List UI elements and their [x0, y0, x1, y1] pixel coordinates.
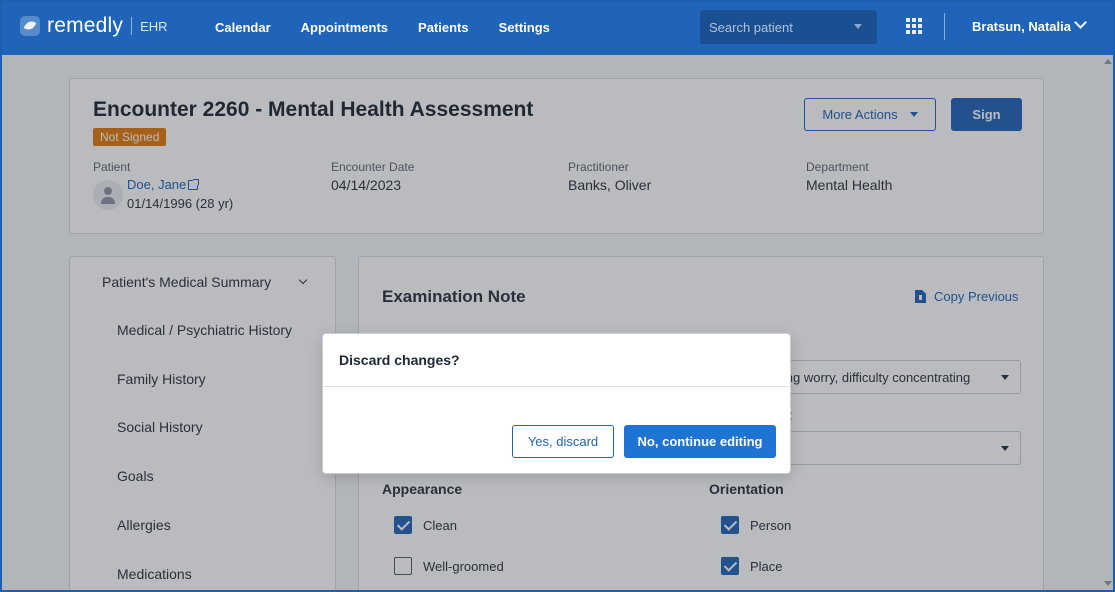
logo-divider [131, 17, 133, 35]
app-logo[interactable]: remedly EHR [20, 14, 168, 38]
discard-changes-dialog: Discard changes? Yes, discard No, contin… [322, 333, 791, 474]
dialog-divider [323, 386, 790, 387]
search-input[interactable] [709, 19, 849, 35]
top-navigation-bar: remedly EHR Calendar Appointments Patien… [0, 0, 1115, 55]
nav-appointments[interactable]: Appointments [301, 20, 388, 35]
modal-backdrop[interactable] [0, 55, 1115, 592]
brand-name: remedly [47, 14, 124, 37]
app-grid-icon[interactable] [906, 18, 922, 34]
product-name: EHR [140, 18, 168, 34]
search-patient-box[interactable] [700, 10, 877, 44]
leaf-logo-icon [20, 16, 40, 36]
scroll-down-icon[interactable] [1104, 581, 1112, 586]
nav-settings[interactable]: Settings [499, 20, 550, 35]
dialog-title: Discard changes? [339, 352, 460, 368]
nav-calendar[interactable]: Calendar [215, 20, 271, 35]
main-nav: Calendar Appointments Patients Settings [215, 0, 580, 55]
scroll-up-icon[interactable] [1104, 59, 1112, 64]
search-dropdown-icon[interactable] [854, 24, 862, 29]
user-menu-name[interactable]: Bratsun, Natalia [972, 19, 1071, 34]
chevron-down-icon[interactable] [1074, 16, 1087, 29]
header-divider [944, 13, 945, 40]
continue-editing-button[interactable]: No, continue editing [624, 425, 776, 458]
nav-patients[interactable]: Patients [418, 20, 469, 35]
page-scrollbar[interactable] [1101, 55, 1113, 590]
yes-discard-button[interactable]: Yes, discard [512, 425, 614, 458]
